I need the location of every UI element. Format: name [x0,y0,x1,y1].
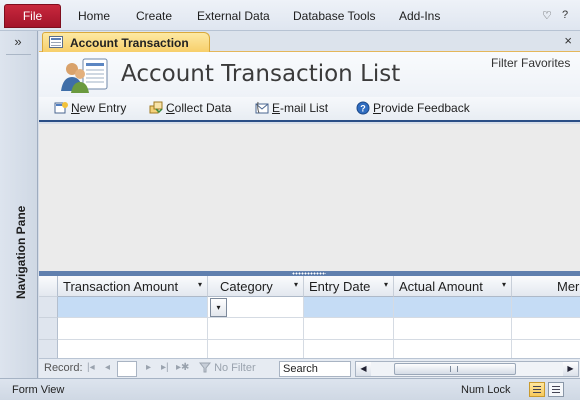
page-title: Account Transaction List [121,61,401,87]
tab-home[interactable]: Home [78,9,110,23]
splitter-grip[interactable] [292,272,326,275]
no-filter-button[interactable]: No Filter [198,362,256,374]
chevron-down-icon[interactable]: ▾ [198,280,202,289]
nav-pane-label[interactable]: Navigation Pane [14,206,28,299]
chevron-down-icon[interactable]: ▾ [502,280,506,289]
provide-feedback-button[interactable]: ? Provide Feedback [356,101,470,115]
last-record-button[interactable]: ▸| [161,362,169,373]
table-cell[interactable] [58,297,208,318]
column-header-category[interactable]: Category ▾ [208,276,304,297]
previous-record-button[interactable]: ◂ [105,362,110,373]
new-entry-icon [54,102,68,114]
filter-favorites-dropdown[interactable]: Filter Favorites [491,56,570,70]
chevron-down-icon[interactable]: ▾ [210,298,227,317]
chevron-down-icon[interactable]: ▾ [294,280,298,289]
table-cell[interactable] [304,318,394,340]
minimize-ribbon-icon[interactable]: ♡ [542,9,552,22]
view-status: Form View [12,384,65,396]
search-input[interactable]: Search [279,361,351,377]
table-cell[interactable] [208,318,304,340]
table-cell[interactable] [512,340,580,358]
tab-account-transaction-list[interactable]: Account Transaction List [42,32,210,64]
scroll-right-icon[interactable]: ▶ [563,362,578,376]
filter-icon [198,362,212,373]
new-entry-button[interactable]: New Entry [54,101,126,115]
record-selector[interactable] [39,318,58,340]
datasheet-view-icon[interactable] [548,382,564,397]
record-navigation-bar: Record: |◂ ◂ ▸ ▸| ▸✱ No Filter Search ◀ … [39,358,580,378]
svg-text:?: ? [360,104,366,114]
table-cell[interactable] [512,297,580,318]
datasheet: Transaction Amount ▾ Category ▾ Entry Da… [39,276,580,358]
current-record-field[interactable] [117,361,137,377]
table-cell[interactable] [512,318,580,340]
form-detail-area [39,124,580,271]
email-list-button[interactable]: E-mail List [255,101,328,115]
people-list-icon [61,58,108,93]
ribbon-tab-strip: File Home Create External Data Database … [0,0,580,31]
nav-divider [6,54,31,55]
close-icon[interactable]: × [564,33,572,48]
nav-pane-toggle-button[interactable]: » [4,34,32,52]
navigation-pane: » Navigation Pane [0,31,38,378]
file-tab[interactable]: File [4,4,61,28]
next-record-button[interactable]: ▸ [146,362,151,373]
collect-data-button[interactable]: Collect Data [149,101,231,115]
tab-external-data[interactable]: External Data [197,9,270,23]
help-icon[interactable]: ? [562,9,568,21]
horizontal-scrollbar[interactable]: ◀ ▶ [355,361,579,377]
new-record-button[interactable]: ▸✱ [176,362,189,373]
column-header-merchant[interactable]: Mer [512,276,580,297]
num-lock-indicator: Num Lock [461,384,511,396]
table-cell[interactable] [208,340,304,358]
record-selector[interactable] [39,340,58,358]
document-tab-strip: Account Transaction List × [39,31,580,64]
table-cell[interactable] [304,297,394,318]
command-bar: New Entry Collect Data E-mail List ? Prov… [39,97,580,122]
scroll-left-icon[interactable]: ◀ [356,362,371,376]
select-all-corner[interactable] [39,276,58,297]
form-header: Account Transaction List Filter Favorite… [39,52,580,97]
record-label: Record: [44,362,83,374]
table-cell[interactable] [58,340,208,358]
email-list-icon [255,101,269,114]
column-header-transaction-amount[interactable]: Transaction Amount ▾ [58,276,208,297]
table-cell[interactable] [58,318,208,340]
form-view-icon[interactable] [529,382,545,397]
tab-create[interactable]: Create [136,9,172,23]
help-icon: ? [356,101,370,115]
chevron-down-icon[interactable]: ▾ [384,280,388,289]
collect-data-icon [149,101,163,114]
column-header-actual-amount[interactable]: Actual Amount ▾ [394,276,512,297]
record-selector[interactable] [39,297,58,318]
status-bar: Form View Num Lock [0,378,580,400]
form-icon [49,36,63,48]
tab-add-ins[interactable]: Add-Ins [399,9,440,23]
first-record-button[interactable]: |◂ [87,362,95,373]
table-cell[interactable] [394,297,512,318]
table-cell[interactable] [304,340,394,358]
table-cell[interactable] [394,318,512,340]
scroll-thumb[interactable] [394,363,516,375]
column-header-entry-date[interactable]: Entry Date ▾ [304,276,394,297]
table-cell[interactable] [394,340,512,358]
tab-database-tools[interactable]: Database Tools [293,9,376,23]
